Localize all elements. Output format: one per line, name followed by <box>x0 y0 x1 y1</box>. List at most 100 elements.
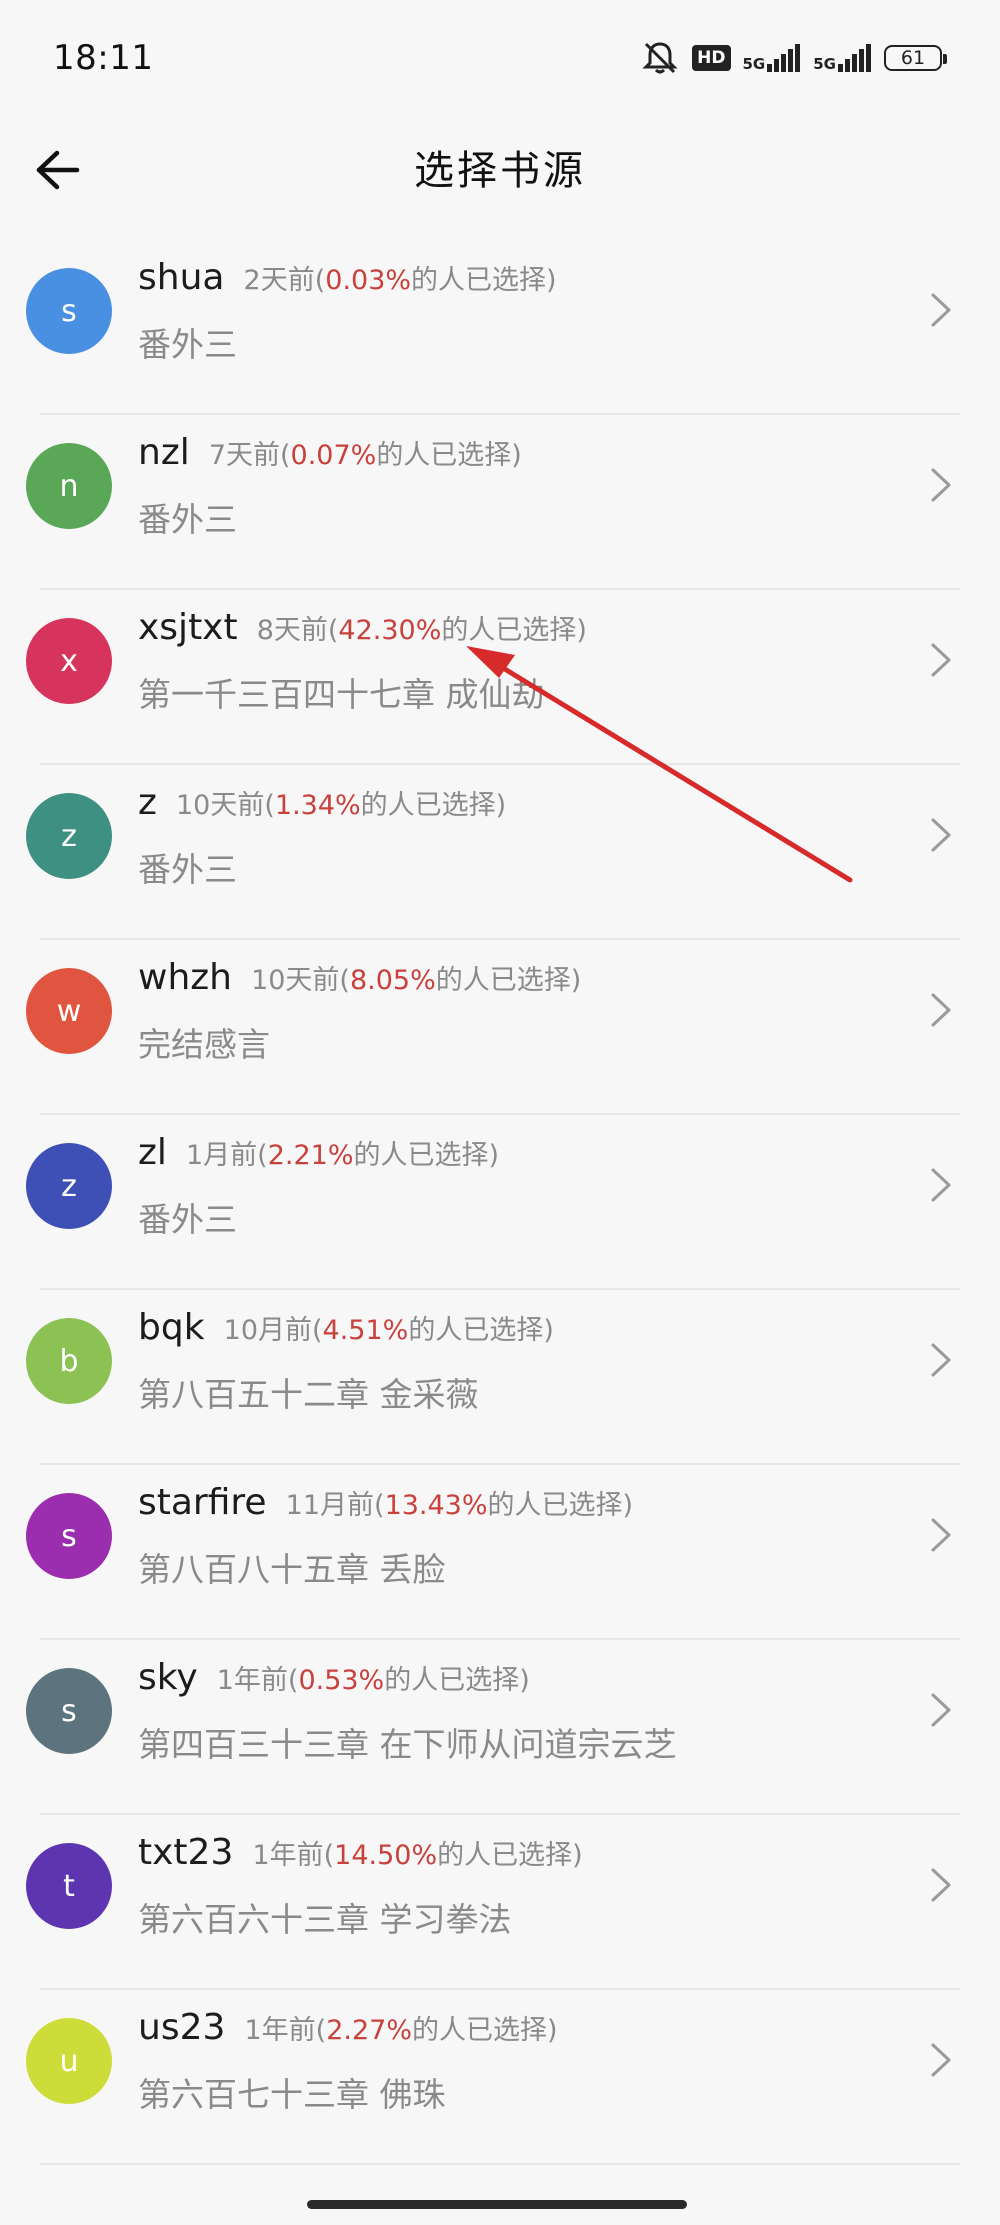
source-item[interactable]: u us23 1年前(2.27%的人已选择) 第六百七十三章 佛珠 <box>0 1990 1000 2165</box>
source-name: z <box>138 782 157 823</box>
source-percent-suffix: 的人已选择) <box>487 1490 634 1521</box>
signal-2-icon: 5G <box>813 44 872 72</box>
source-item[interactable]: w whzh 10天前(8.05%的人已选择) 完结感言 <box>0 940 1000 1115</box>
chevron-right-icon <box>931 293 951 327</box>
source-latest-chapter: 第六百七十三章 佛珠 <box>138 2075 446 2114</box>
source-avatar: b <box>26 1318 112 1404</box>
source-name: xsjtxt <box>138 607 238 648</box>
source-name: bqk <box>138 1307 205 1348</box>
source-item[interactable]: b bqk 10月前(4.51%的人已选择) 第八百五十二章 金采薇 <box>0 1290 1000 1465</box>
source-header: whzh 10天前(8.05%的人已选择) <box>138 957 581 998</box>
source-meta: 11月前(13.43%的人已选择) <box>286 1490 633 1521</box>
source-percent-suffix: 的人已选择) <box>360 790 507 821</box>
source-header: us23 1年前(2.27%的人已选择) <box>138 2007 558 2048</box>
source-item[interactable]: s starfire 11月前(13.43%的人已选择) 第八百八十五章 丢脸 <box>0 1465 1000 1640</box>
source-item[interactable]: x xsjtxt 8天前(42.30%的人已选择) 第一千三百四十七章 成仙劫 <box>0 590 1000 765</box>
source-percent: 8.05% <box>349 965 436 996</box>
source-name: txt23 <box>138 1832 234 1873</box>
source-avatar: u <box>26 2018 112 2104</box>
home-indicator[interactable] <box>307 2200 687 2209</box>
source-updated-time: 7天前( <box>208 440 291 471</box>
row-divider <box>40 2163 960 2165</box>
source-avatar: t <box>26 1843 112 1929</box>
chevron-right-icon <box>931 643 951 677</box>
source-percent: 13.43% <box>384 1490 488 1521</box>
source-item[interactable]: z z 10天前(1.34%的人已选择) 番外三 <box>0 765 1000 940</box>
source-percent-suffix: 的人已选择) <box>411 265 557 296</box>
source-name: whzh <box>138 957 232 998</box>
source-name: zl <box>138 1132 167 1173</box>
source-percent-suffix: 的人已选择) <box>408 1315 554 1346</box>
source-updated-time: 2天前( <box>243 265 326 296</box>
hd-badge: HD <box>692 45 731 71</box>
source-avatar: n <box>26 443 112 529</box>
source-list: s shua 2天前(0.03%的人已选择) 番外三 n nzl 7天前(0.0… <box>0 240 1000 2165</box>
source-percent: 42.30% <box>338 615 442 646</box>
source-percent: 4.51% <box>322 1315 409 1346</box>
source-updated-time: 8天前( <box>256 615 339 646</box>
source-percent-suffix: 的人已选择) <box>384 1665 530 1696</box>
source-header: zl 1月前(2.21%的人已选择) <box>138 1132 499 1173</box>
source-item[interactable]: n nzl 7天前(0.07%的人已选择) 番外三 <box>0 415 1000 590</box>
status-icons: HD 5G 5G 61 <box>640 38 947 78</box>
source-meta: 1年前(2.27%的人已选择) <box>244 2015 557 2046</box>
source-header: sky 1年前(0.53%的人已选择) <box>138 1657 530 1698</box>
source-meta: 10天前(8.05%的人已选择) <box>251 965 581 996</box>
source-updated-time: 1年前( <box>244 2015 327 2046</box>
source-item[interactable]: s shua 2天前(0.03%的人已选择) 番外三 <box>0 240 1000 415</box>
source-percent: 2.27% <box>326 2015 412 2046</box>
source-header: bqk 10月前(4.51%的人已选择) <box>138 1307 554 1348</box>
status-bar: 18:11 HD 5G 5G 61 <box>0 0 1000 118</box>
chevron-right-icon <box>931 2043 951 2077</box>
source-header: txt23 1年前(14.50%的人已选择) <box>138 1832 583 1873</box>
status-time: 18:11 <box>53 38 154 78</box>
source-avatar: z <box>26 1143 112 1229</box>
source-name: nzl <box>138 432 190 473</box>
source-percent: 0.03% <box>325 265 412 296</box>
source-avatar: s <box>26 268 112 354</box>
source-latest-chapter: 第六百六十三章 学习拳法 <box>138 1900 512 1939</box>
source-header: starfire 11月前(13.43%的人已选择) <box>138 1482 633 1523</box>
source-percent-suffix: 的人已选择) <box>437 1840 583 1871</box>
source-name: shua <box>138 257 225 298</box>
chevron-right-icon <box>931 1518 951 1552</box>
bell-muted-icon <box>640 40 680 76</box>
source-latest-chapter: 第一千三百四十七章 成仙劫 <box>138 675 545 714</box>
source-name: starfire <box>138 1482 267 1523</box>
nav-bar: 选择书源 <box>0 118 1000 240</box>
source-avatar: x <box>26 618 112 704</box>
source-percent-suffix: 的人已选择) <box>441 615 587 646</box>
source-percent-suffix: 的人已选择) <box>353 1140 500 1171</box>
source-updated-time: 11月前( <box>285 1490 385 1521</box>
source-header: z 10天前(1.34%的人已选择) <box>138 782 506 823</box>
source-percent-suffix: 的人已选择) <box>411 2015 558 2046</box>
source-avatar: z <box>26 793 112 879</box>
source-latest-chapter: 番外三 <box>138 500 237 539</box>
source-item[interactable]: z zl 1月前(2.21%的人已选择) 番外三 <box>0 1115 1000 1290</box>
source-header: shua 2天前(0.03%的人已选择) <box>138 257 557 298</box>
source-meta: 7天前(0.07%的人已选择) <box>209 440 522 471</box>
source-percent: 0.07% <box>290 440 377 471</box>
source-updated-time: 10天前( <box>176 790 275 821</box>
source-name: us23 <box>138 2007 226 2048</box>
source-meta: 1年前(0.53%的人已选择) <box>217 1665 530 1696</box>
chevron-right-icon <box>931 1168 951 1202</box>
source-percent-suffix: 的人已选择) <box>435 965 582 996</box>
source-meta: 10天前(1.34%的人已选择) <box>176 790 506 821</box>
source-meta: 1月前(2.21%的人已选择) <box>186 1140 499 1171</box>
chevron-right-icon <box>931 1693 951 1727</box>
source-latest-chapter: 番外三 <box>138 325 237 364</box>
source-meta: 8天前(42.30%的人已选择) <box>257 615 587 646</box>
source-item[interactable]: t txt23 1年前(14.50%的人已选择) 第六百六十三章 学习拳法 <box>0 1815 1000 1990</box>
source-latest-chapter: 完结感言 <box>138 1025 270 1064</box>
source-name: sky <box>138 1657 198 1698</box>
source-meta: 2天前(0.03%的人已选择) <box>244 265 557 296</box>
chevron-right-icon <box>931 1868 951 1902</box>
source-updated-time: 10天前( <box>251 965 350 996</box>
source-latest-chapter: 番外三 <box>138 850 237 889</box>
source-header: nzl 7天前(0.07%的人已选择) <box>138 432 522 473</box>
chevron-right-icon <box>931 993 951 1027</box>
source-updated-time: 10月前( <box>223 1315 323 1346</box>
source-item[interactable]: s sky 1年前(0.53%的人已选择) 第四百三十三章 在下师从问道宗云芝 <box>0 1640 1000 1815</box>
source-percent: 14.50% <box>334 1840 438 1871</box>
